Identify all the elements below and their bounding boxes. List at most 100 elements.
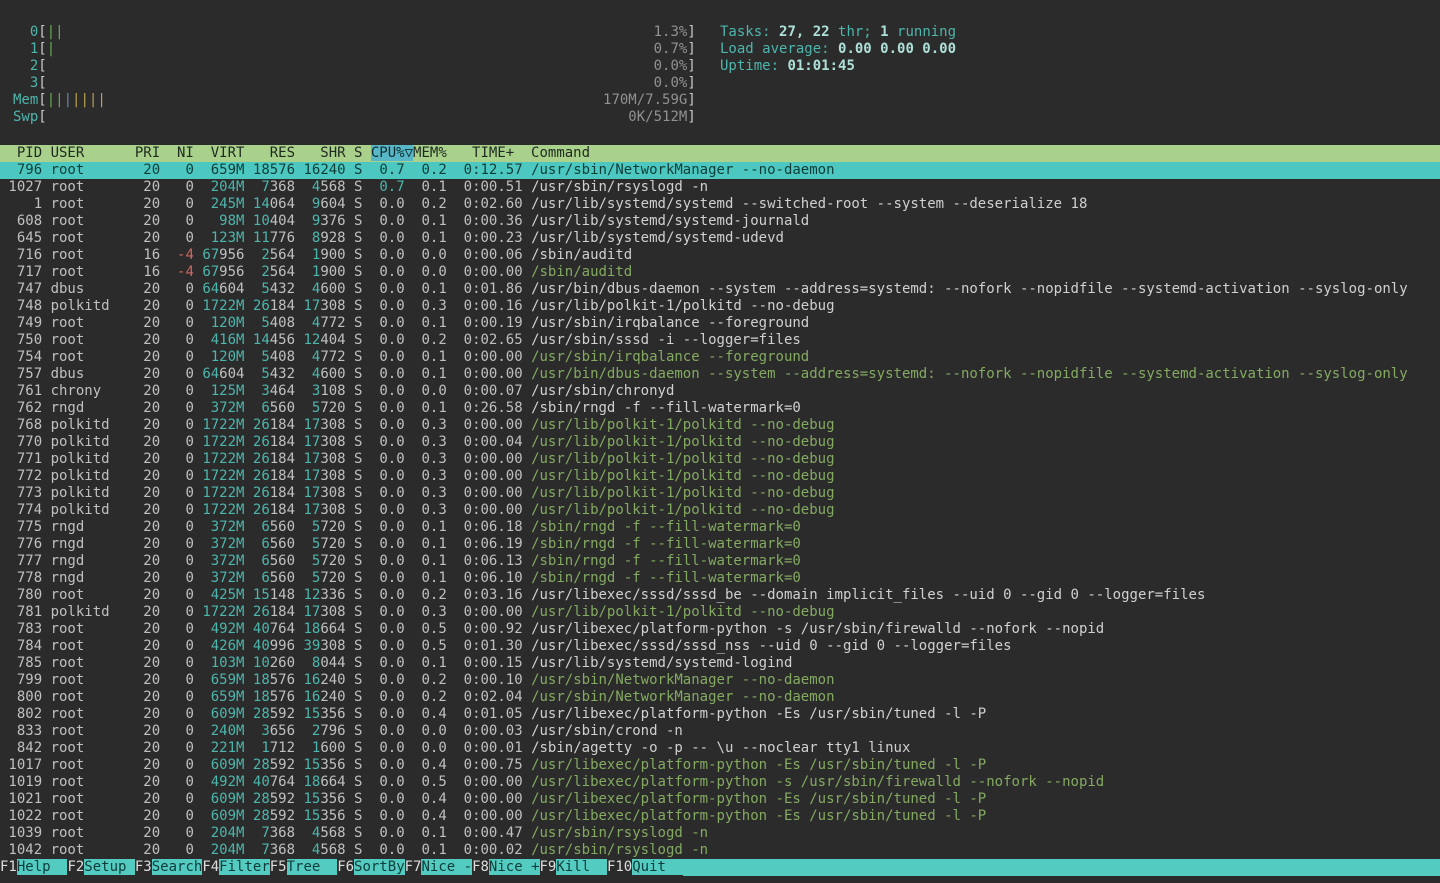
mem-value: 372M <box>202 400 253 416</box>
process-row[interactable]: 771 polkitd 20 0 1722M 26184 17308 S 0.0… <box>0 451 1440 468</box>
fn-f3-search[interactable]: F3Search <box>135 859 202 876</box>
uptime-segment: Uptime: <box>720 58 787 74</box>
cpu-cell: 0.0 <box>371 757 413 773</box>
process-row[interactable]: 754 root 20 0 120M 5408 4772 S 0.0 0.1 0… <box>0 349 1440 366</box>
process-row[interactable]: 761 chrony 20 0 125M 3464 3108 S 0.0 0.0… <box>0 383 1440 400</box>
process-row[interactable]: 775 rngd 20 0 372M 6560 5720 S 0.0 0.1 0… <box>0 519 1440 536</box>
process-row[interactable]: 1022 root 20 0 609M 28592 15356 S 0.0 0.… <box>0 808 1440 825</box>
mem-value-high: 17 <box>303 298 320 314</box>
process-row[interactable]: 773 polkitd 20 0 1722M 26184 17308 S 0.0… <box>0 485 1440 502</box>
fn-f7-nice-[interactable]: F7Nice - <box>405 859 472 876</box>
pri-cell: 20 <box>135 570 169 586</box>
mem-value-low: 308 <box>320 485 354 501</box>
fn-f5-tree[interactable]: F5Tree <box>270 859 337 876</box>
mem-value-high: 5 <box>303 553 320 569</box>
ni-cell: 0 <box>169 689 203 705</box>
process-row[interactable]: 768 polkitd 20 0 1722M 26184 17308 S 0.0… <box>0 417 1440 434</box>
mem-value-low: 308 <box>320 298 354 314</box>
process-row[interactable]: 784 root 20 0 426M 40996 39308 S 0.0 0.5… <box>0 638 1440 655</box>
cpu-meter-1: 1[|0.7%] <box>13 41 696 58</box>
process-row[interactable]: 717 root 16 -4 67956 2564 1900 S 0.0 0.0… <box>0 264 1440 281</box>
process-row[interactable]: 1027 root 20 0 204M 7368 4568 S 0.7 0.1 … <box>0 179 1440 196</box>
process-row[interactable]: 1039 root 20 0 204M 7368 4568 S 0.0 0.1 … <box>0 825 1440 842</box>
fn-action-label: Search <box>152 859 203 875</box>
process-row-selected[interactable]: 796 root 20 0 659M 18576 16240 S 0.7 0.2… <box>0 162 1440 179</box>
command-cell: /sbin/auditd <box>531 247 632 263</box>
fn-f1-help[interactable]: F1Help <box>0 859 67 876</box>
process-row[interactable]: 750 root 20 0 416M 14456 12404 S 0.0 0.2… <box>0 332 1440 349</box>
cpu-cell: 0.0 <box>371 502 413 518</box>
process-row[interactable]: 842 root 20 0 221M 1712 1600 S 0.0 0.0 0… <box>0 740 1440 757</box>
fn-f9-kill[interactable]: F9Kill <box>540 859 607 876</box>
mem-value-high: 6 <box>253 400 270 416</box>
fn-f10-quit[interactable]: F10Quit <box>607 859 683 876</box>
mem-value-low: 044 <box>320 655 354 671</box>
process-row[interactable]: 833 root 20 0 240M 3656 2796 S 0.0 0.0 0… <box>0 723 1440 740</box>
ni-cell: 0 <box>169 451 203 467</box>
mem-pct-cell: 0.1 <box>413 536 455 552</box>
process-row[interactable]: 1017 root 20 0 609M 28592 15356 S 0.0 0.… <box>0 757 1440 774</box>
load-average-segment: 0.00 0.00 0.00 <box>838 41 956 57</box>
process-row[interactable]: 778 rngd 20 0 372M 6560 5720 S 0.0 0.1 0… <box>0 570 1440 587</box>
sort-column-header-cpu[interactable]: CPU%▽ <box>371 145 413 161</box>
pid-cell: 757 <box>0 366 51 382</box>
process-row[interactable]: 1 root 20 0 245M 14064 9604 S 0.0 0.2 0:… <box>0 196 1440 213</box>
mem-value-low: 796 <box>320 723 354 739</box>
cpu-cell: 0.0 <box>371 672 413 688</box>
process-row[interactable]: 747 dbus 20 0 64604 5432 4600 S 0.0 0.1 … <box>0 281 1440 298</box>
time-cell: 0:00.00 <box>455 604 531 620</box>
pid-cell: 833 <box>0 723 51 739</box>
fn-f8-nice-[interactable]: F8Nice + <box>472 859 539 876</box>
process-row[interactable]: 1021 root 20 0 609M 28592 15356 S 0.0 0.… <box>0 791 1440 808</box>
pri-cell: 20 <box>135 672 169 688</box>
mem-pct-cell: 0.1 <box>413 400 455 416</box>
time-cell: 0:00.01 <box>455 740 531 756</box>
process-row[interactable]: 777 rngd 20 0 372M 6560 5720 S 0.0 0.1 0… <box>0 553 1440 570</box>
process-table-header[interactable]: PID USER PRI NI VIRT RES SHR S CPU%▽MEM%… <box>0 145 1440 162</box>
process-row[interactable]: 716 root 16 -4 67956 2564 1900 S 0.0 0.0… <box>0 247 1440 264</box>
cpu-cell: 0.0 <box>371 553 413 569</box>
time-cell: 0:00.16 <box>455 298 531 314</box>
process-row[interactable]: 799 root 20 0 659M 18576 16240 S 0.0 0.2… <box>0 672 1440 689</box>
meter-label: 0 <box>13 24 38 40</box>
mem-pct-cell: 0.3 <box>413 417 455 433</box>
process-row[interactable]: 645 root 20 0 123M 11776 8928 S 0.0 0.1 … <box>0 230 1440 247</box>
uptime-segment: 01:01:45 <box>787 58 854 74</box>
mem-value-low: 184 <box>270 451 304 467</box>
process-row[interactable]: 757 dbus 20 0 64604 5432 4600 S 0.0 0.1 … <box>0 366 1440 383</box>
mem-value-high: 15 <box>303 757 320 773</box>
mem-value-low: 764 <box>270 621 304 637</box>
process-row[interactable]: 762 rngd 20 0 372M 6560 5720 S 0.0 0.1 0… <box>0 400 1440 417</box>
system-info-column: Tasks: 27, 22 thr; 1 runningLoad average… <box>720 24 956 75</box>
fn-f4-filter[interactable]: F4Filter <box>202 859 269 876</box>
process-row[interactable]: 783 root 20 0 492M 40764 18664 S 0.0 0.5… <box>0 621 1440 638</box>
time-cell: 0:06.13 <box>455 553 531 569</box>
process-row[interactable]: 1042 root 20 0 204M 7368 4568 S 0.0 0.1 … <box>0 842 1440 859</box>
process-row[interactable]: 1019 root 20 0 492M 40764 18664 S 0.0 0.… <box>0 774 1440 791</box>
process-row[interactable]: 776 rngd 20 0 372M 6560 5720 S 0.0 0.1 0… <box>0 536 1440 553</box>
process-row[interactable]: 772 polkitd 20 0 1722M 26184 17308 S 0.0… <box>0 468 1440 485</box>
process-row[interactable]: 748 polkitd 20 0 1722M 26184 17308 S 0.0… <box>0 298 1440 315</box>
fn-f6-sortby[interactable]: F6SortBy <box>337 859 404 876</box>
process-row[interactable]: 770 polkitd 20 0 1722M 26184 17308 S 0.0… <box>0 434 1440 451</box>
mem-value: 1722M <box>202 298 253 314</box>
pid-cell: 1027 <box>0 179 51 195</box>
process-row[interactable]: 802 root 20 0 609M 28592 15356 S 0.0 0.4… <box>0 706 1440 723</box>
process-row[interactable]: 774 polkitd 20 0 1722M 26184 17308 S 0.0… <box>0 502 1440 519</box>
meter-label: Mem <box>13 92 38 108</box>
process-row[interactable]: 800 root 20 0 659M 18576 16240 S 0.0 0.2… <box>0 689 1440 706</box>
process-row[interactable]: 785 root 20 0 103M 10260 8044 S 0.0 0.1 … <box>0 655 1440 672</box>
process-row[interactable]: 780 root 20 0 425M 15148 12336 S 0.0 0.2… <box>0 587 1440 604</box>
fn-f2-setup[interactable]: F2Setup <box>67 859 134 876</box>
pri-cell: 20 <box>135 791 169 807</box>
meter-label: 1 <box>13 41 38 57</box>
process-row[interactable]: 781 polkitd 20 0 1722M 26184 17308 S 0.0… <box>0 604 1440 621</box>
mem-value: 245M <box>202 196 253 212</box>
mem-value-low: 240 <box>320 672 354 688</box>
process-row[interactable]: 608 root 20 0 98M 10404 9376 S 0.0 0.1 0… <box>0 213 1440 230</box>
mem-pct-cell: 0.3 <box>413 451 455 467</box>
ni-cell: 0 <box>169 383 203 399</box>
process-row[interactable]: 749 root 20 0 120M 5408 4772 S 0.0 0.1 0… <box>0 315 1440 332</box>
mem-value: 204M <box>202 179 253 195</box>
user-cell: rngd <box>51 400 135 416</box>
